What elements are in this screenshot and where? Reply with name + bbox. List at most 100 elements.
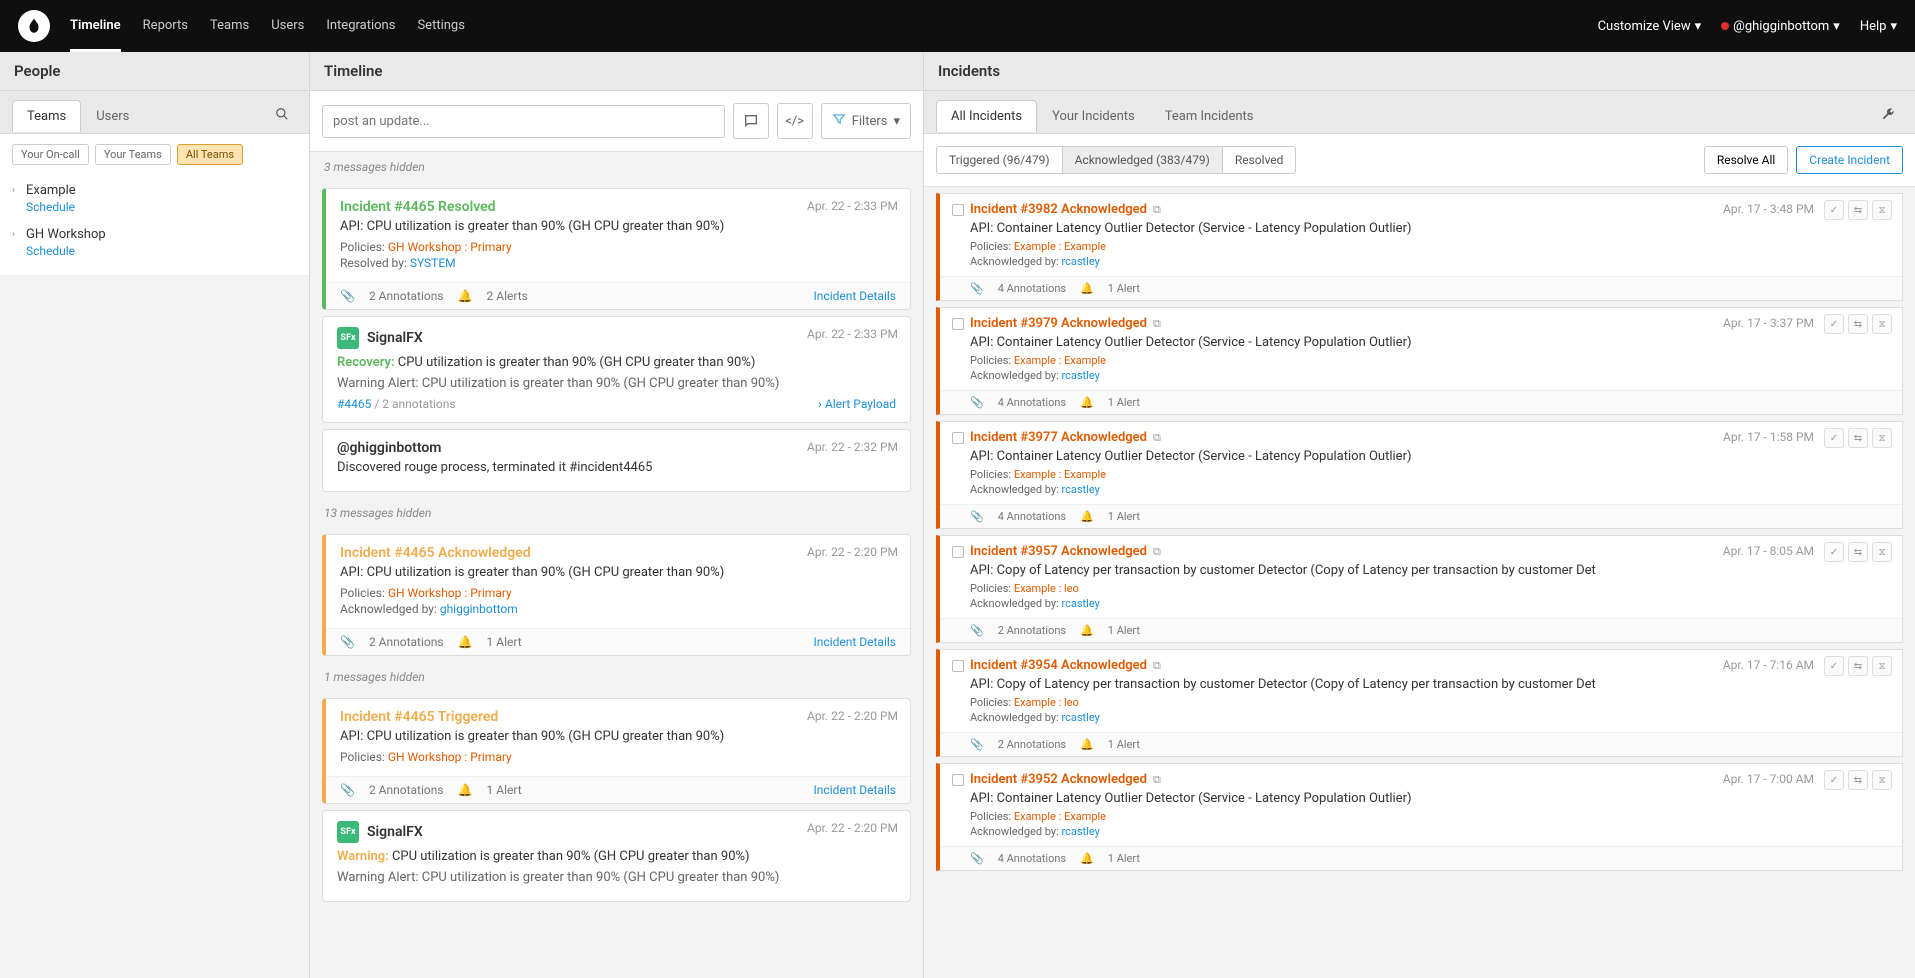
external-link-icon[interactable]: ⧉ [1153, 317, 1161, 331]
annotations-count[interactable]: 4 Annotations [998, 852, 1066, 865]
tab-team-incidents[interactable]: Team Incidents [1150, 100, 1269, 132]
alerts-count[interactable]: 1 Alert [1108, 510, 1140, 523]
nav-reports[interactable]: Reports [143, 18, 188, 34]
tab-your-incidents[interactable]: Your Incidents [1037, 100, 1150, 132]
resolve-icon[interactable]: ✓ [1824, 542, 1844, 562]
annotations-count[interactable]: 4 Annotations [998, 396, 1066, 409]
incident-checkbox[interactable] [952, 204, 964, 216]
incident-title[interactable]: Incident #3954 Acknowledged [970, 658, 1147, 673]
annotations-count[interactable]: 2 Annotations [369, 783, 444, 797]
seg-resolved[interactable]: Resolved [1223, 147, 1296, 173]
alerts-count[interactable]: 1 Alert [487, 783, 522, 797]
user-link[interactable]: rcastley [1062, 483, 1100, 496]
incident-title[interactable]: Incident #3952 Acknowledged [970, 772, 1147, 787]
alerts-count[interactable]: 1 Alert [487, 635, 522, 649]
nav-teams[interactable]: Teams [210, 18, 249, 34]
team-item[interactable]: › GH Workshop Schedule [12, 221, 297, 265]
external-link-icon[interactable]: ⧉ [1153, 545, 1161, 559]
annotations-count[interactable]: 4 Annotations [998, 282, 1066, 295]
policy-link[interactable]: Example : Example [1014, 468, 1106, 481]
policy-link[interactable]: Example : Example [1014, 240, 1106, 253]
create-incident-button[interactable]: Create Incident [1796, 146, 1903, 174]
policy-link[interactable]: Example : leo [1014, 582, 1079, 595]
customize-view-menu[interactable]: Customize View ▾ [1598, 19, 1702, 34]
incident-title[interactable]: Incident #3957 Acknowledged [970, 544, 1147, 559]
snooze-icon[interactable]: ⧖ [1872, 542, 1892, 562]
user-link[interactable]: rcastley [1062, 825, 1100, 838]
alerts-count[interactable]: 1 Alert [1108, 738, 1140, 751]
incident-checkbox[interactable] [952, 432, 964, 444]
annotations-count[interactable]: 4 Annotations [998, 510, 1066, 523]
hidden-messages-note[interactable]: 3 messages hidden [310, 152, 923, 182]
incident-details-link[interactable]: Incident Details [814, 289, 896, 303]
tab-all-incidents[interactable]: All Incidents [936, 100, 1037, 132]
alerts-count[interactable]: 1 Alert [1108, 852, 1140, 865]
user-link[interactable]: rcastley [1062, 711, 1100, 724]
wrench-icon[interactable] [1873, 99, 1903, 133]
annotations-count[interactable]: 2 Annotations [998, 738, 1066, 751]
incident-title[interactable]: Incident #3979 Acknowledged [970, 316, 1147, 331]
post-update-input[interactable] [322, 105, 725, 138]
incident-details-link[interactable]: Incident Details [814, 635, 896, 649]
alerts-count[interactable]: 1 Alert [1108, 396, 1140, 409]
reroute-icon[interactable]: ⇆ [1848, 314, 1868, 334]
team-name[interactable]: GH Workshop [26, 227, 297, 242]
policy-link[interactable]: GH Workshop : Primary [388, 750, 512, 764]
resolve-icon[interactable]: ✓ [1824, 314, 1844, 334]
alert-payload-link[interactable]: Alert Payload [825, 397, 896, 411]
alerts-count[interactable]: 2 Alerts [487, 289, 528, 303]
incident-checkbox[interactable] [952, 318, 964, 330]
team-item[interactable]: › Example Schedule [12, 177, 297, 221]
incident-title[interactable]: Incident #3982 Acknowledged [970, 202, 1147, 217]
app-logo[interactable] [18, 10, 50, 42]
policy-link[interactable]: Example : Example [1014, 810, 1106, 823]
annotations-count[interactable]: 2 Annotations [369, 289, 444, 303]
incident-checkbox[interactable] [952, 774, 964, 786]
resolve-all-button[interactable]: Resolve All [1704, 146, 1788, 174]
snooze-icon[interactable]: ⧖ [1872, 656, 1892, 676]
snooze-icon[interactable]: ⧖ [1872, 770, 1892, 790]
code-button[interactable]: </> [777, 103, 813, 139]
policy-link[interactable]: GH Workshop : Primary [388, 586, 512, 600]
nav-integrations[interactable]: Integrations [326, 18, 395, 34]
external-link-icon[interactable]: ⧉ [1153, 659, 1161, 673]
incident-checkbox[interactable] [952, 546, 964, 558]
nav-timeline[interactable]: Timeline [70, 18, 121, 52]
tab-users[interactable]: Users [81, 100, 144, 132]
annotations-count[interactable]: 2 Annotations [998, 624, 1066, 637]
alerts-count[interactable]: 1 Alert [1108, 624, 1140, 637]
external-link-icon[interactable]: ⧉ [1153, 773, 1161, 787]
hidden-messages-note[interactable]: 1 messages hidden [310, 662, 923, 692]
user-link[interactable]: rcastley [1062, 597, 1100, 610]
search-icon[interactable] [267, 99, 297, 133]
incident-link[interactable]: #4465 [337, 397, 371, 411]
seg-acknowledged[interactable]: Acknowledged (383/479) [1063, 147, 1223, 173]
hidden-messages-note[interactable]: 13 messages hidden [310, 498, 923, 528]
seg-triggered[interactable]: Triggered (96/479) [937, 147, 1063, 173]
filters-button[interactable]: Filters ▾ [821, 103, 911, 139]
policy-link[interactable]: Example : leo [1014, 696, 1079, 709]
incident-title[interactable]: Incident #3977 Acknowledged [970, 430, 1147, 445]
resolve-icon[interactable]: ✓ [1824, 200, 1844, 220]
nav-settings[interactable]: Settings [417, 18, 464, 34]
pill-your-teams[interactable]: Your Teams [95, 144, 171, 165]
pill-all-teams[interactable]: All Teams [177, 144, 243, 165]
reroute-icon[interactable]: ⇆ [1848, 428, 1868, 448]
team-schedule-link[interactable]: Schedule [26, 200, 75, 214]
incident-checkbox[interactable] [952, 660, 964, 672]
resolve-icon[interactable]: ✓ [1824, 770, 1844, 790]
help-menu[interactable]: Help ▾ [1860, 19, 1897, 34]
team-schedule-link[interactable]: Schedule [26, 244, 75, 258]
user-link[interactable]: SYSTEM [410, 256, 456, 270]
snooze-icon[interactable]: ⧖ [1872, 428, 1892, 448]
snooze-icon[interactable]: ⧖ [1872, 200, 1892, 220]
incident-details-link[interactable]: Incident Details [814, 783, 896, 797]
reroute-icon[interactable]: ⇆ [1848, 770, 1868, 790]
user-link[interactable]: rcastley [1062, 255, 1100, 268]
pill-your-oncall[interactable]: Your On-call [12, 144, 89, 165]
external-link-icon[interactable]: ⧉ [1153, 431, 1161, 445]
annotations-count[interactable]: 2 Annotations [369, 635, 444, 649]
reroute-icon[interactable]: ⇆ [1848, 200, 1868, 220]
policy-link[interactable]: GH Workshop : Primary [388, 240, 512, 254]
resolve-icon[interactable]: ✓ [1824, 428, 1844, 448]
